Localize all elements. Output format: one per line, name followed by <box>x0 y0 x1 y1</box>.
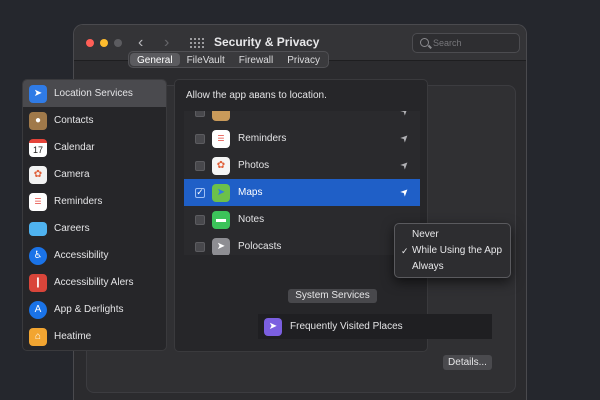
sidebar-item-accessibility-alerts[interactable]: ❙ Accessibility Alers <box>23 269 166 296</box>
home-icon: ⌂ <box>29 327 47 346</box>
location-arrow-icon: ➤ <box>264 317 282 336</box>
accessibility-icon: ♿ <box>29 246 47 265</box>
calendar-icon: 17 <box>29 138 47 157</box>
app-checkbox[interactable]: ✓ <box>195 187 205 198</box>
app-checkbox[interactable] <box>195 111 205 117</box>
menu-item-label: Never <box>412 229 439 240</box>
app-list[interactable]: ➤ ☰ Reminders ➤ ✿ Photos ➤ ✓ ➤ Maps ➤ ▬ … <box>184 111 420 255</box>
list-item-polocasts[interactable]: ➤ Polocasts <box>184 233 420 255</box>
sidebar-item-label: Location Services <box>54 88 133 99</box>
list-item-reminders[interactable]: ☰ Reminders ➤ <box>184 125 420 152</box>
app-label: Maps <box>238 187 263 198</box>
system-services-button[interactable]: System Services <box>288 289 377 303</box>
camera-icon: ✿ <box>29 165 47 184</box>
app-label: Notes <box>238 214 265 225</box>
partial-app-icon <box>212 111 230 121</box>
reminders-icon: ☰ <box>212 129 230 148</box>
sidebar-item-label: Careers <box>54 223 90 234</box>
location-arrow-icon: ➤ <box>29 84 47 103</box>
contacts-book-icon: ● <box>29 111 47 130</box>
search-icon <box>420 38 429 47</box>
show-all-grid-icon[interactable] <box>190 38 204 48</box>
location-arrow-icon: ➤ <box>397 111 412 119</box>
window-title: Security & Privacy <box>214 35 320 49</box>
sidebar-item-label: Reminders <box>54 196 103 207</box>
close-button[interactable] <box>86 39 94 47</box>
app-label: Photos <box>238 160 270 171</box>
list-item-maps[interactable]: ✓ ➤ Maps ➤ <box>184 179 420 206</box>
frequent-label: Frequently Visited Places <box>290 321 403 332</box>
photos-icon: ✿ <box>212 156 230 175</box>
sidebar-item-calendar[interactable]: 17 Calendar <box>23 134 166 161</box>
tab-filevault[interactable]: FileVault <box>180 53 232 66</box>
minimize-button[interactable] <box>100 39 108 47</box>
frequently-visited-places-row[interactable]: ➤ Frequently Visited Places <box>258 314 492 339</box>
privacy-sidebar: ➤ Location Services ● Contacts 17 Calend… <box>22 79 167 351</box>
app-icon: A <box>29 300 47 319</box>
search-input[interactable] <box>433 36 513 50</box>
menu-item-never[interactable]: Never <box>395 227 510 243</box>
sidebar-item-app-derlights[interactable]: A App & Derlights <box>23 296 166 323</box>
details-button[interactable]: Details... <box>443 355 492 370</box>
menu-item-label: While Using the App <box>412 245 503 256</box>
tab-general[interactable]: General <box>130 53 180 66</box>
notes-icon: ▬ <box>212 210 230 229</box>
app-label: Polocasts <box>238 241 282 252</box>
list-item-notes[interactable]: ▬ Notes <box>184 206 420 233</box>
location-arrow-icon: ➤ <box>397 185 412 200</box>
forward-arrow-icon[interactable]: › <box>164 33 169 53</box>
sidebar-item-label: Calendar <box>54 142 95 153</box>
app-checkbox[interactable] <box>195 133 205 144</box>
menu-item-label: Always <box>412 261 444 272</box>
sidebar-item-camera[interactable]: ✿ Camera <box>23 161 166 188</box>
sidebar-item-location-services[interactable]: ➤ Location Services <box>23 80 166 107</box>
location-arrow-icon: ➤ <box>397 158 412 173</box>
sidebar-item-accessibility[interactable]: ♿ Accessibility <box>23 242 166 269</box>
app-label: Reminders <box>238 133 287 144</box>
sidebar-item-label: Accessibility <box>54 250 109 261</box>
list-item-photos[interactable]: ✿ Photos ➤ <box>184 152 420 179</box>
sidebar-item-careers[interactable]: Careers <box>23 215 166 242</box>
checkmark-icon: ✓ <box>401 246 409 256</box>
app-checkbox[interactable] <box>195 214 205 225</box>
app-checkbox[interactable] <box>195 241 205 252</box>
zoom-button[interactable] <box>114 39 122 47</box>
panel-header: Allow the app аваns to location. <box>186 90 327 101</box>
sidebar-item-label: Contacts <box>54 115 94 126</box>
folder-icon <box>29 221 47 236</box>
menu-item-always[interactable]: Always <box>395 259 510 275</box>
sidebar-item-label: App & Derlights <box>54 304 124 315</box>
back-arrow-icon[interactable]: ‹ <box>138 33 143 53</box>
tab-firewall[interactable]: Firewall <box>232 53 280 66</box>
sidebar-item-heatime[interactable]: ⌂ Heatime <box>23 323 166 350</box>
sidebar-item-label: Camera <box>54 169 90 180</box>
location-arrow-icon: ➤ <box>212 237 230 255</box>
tab-bar: General FileVault Firewall Privacy <box>128 51 329 68</box>
reminders-icon: ☰ <box>29 192 47 211</box>
location-access-menu: Never ✓ While Using the App Always <box>394 223 511 278</box>
search-field[interactable] <box>412 33 520 53</box>
sidebar-item-contacts[interactable]: ● Contacts <box>23 107 166 134</box>
app-checkbox[interactable] <box>195 160 205 171</box>
accessibility-alerts-icon: ❙ <box>29 273 47 292</box>
list-item[interactable]: ➤ <box>184 111 420 125</box>
menu-item-while-using[interactable]: ✓ While Using the App <box>395 243 510 259</box>
maps-icon: ➤ <box>212 183 230 202</box>
sidebar-item-label: Heatime <box>54 331 92 342</box>
sidebar-item-label: Accessibility Alers <box>54 277 134 288</box>
tab-privacy[interactable]: Privacy <box>280 53 327 66</box>
sidebar-item-reminders[interactable]: ☰ Reminders <box>23 188 166 215</box>
location-arrow-icon: ➤ <box>397 131 412 146</box>
